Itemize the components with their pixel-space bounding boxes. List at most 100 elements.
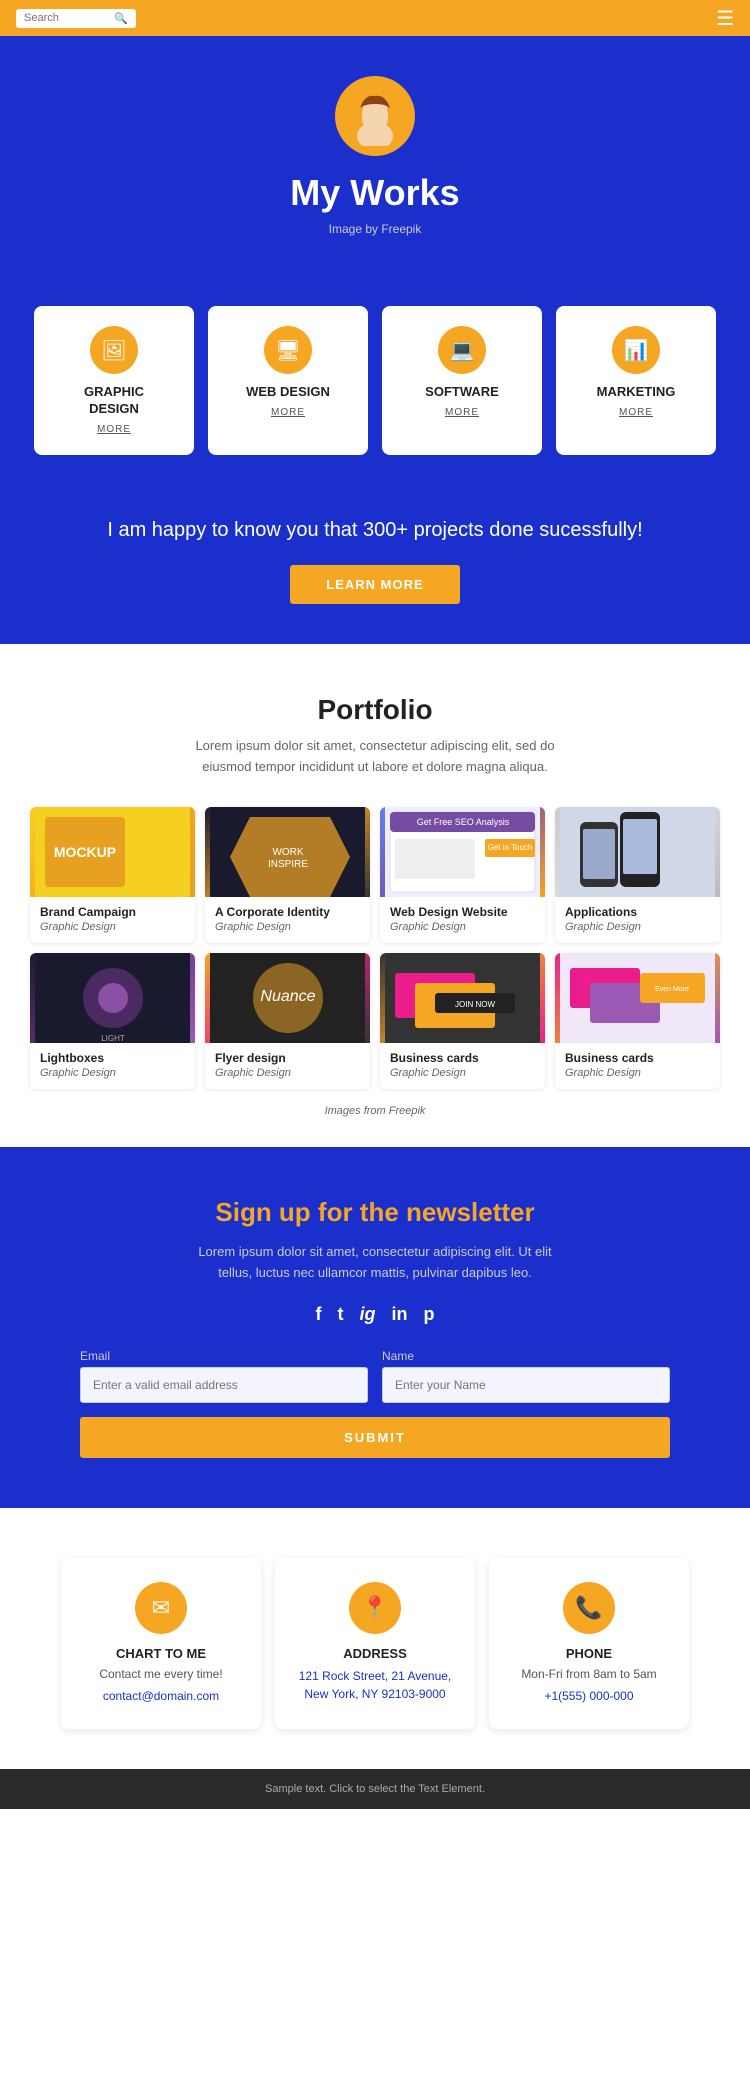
portfolio-section: Portfolio Lorem ipsum dolor sit amet, co…: [0, 644, 750, 1148]
svg-text:MOCKUP: MOCKUP: [54, 844, 116, 860]
contact-card-chat: ✉ CHART TO ME Contact me every time! con…: [61, 1558, 261, 1729]
location-icon: 📍: [349, 1582, 401, 1634]
contact-link-phone[interactable]: +1(555) 000-000: [509, 1687, 669, 1705]
email-icon: ✉: [135, 1582, 187, 1634]
service-card-graphic: 🖼 GRAPHICDESIGN MORE: [34, 306, 194, 455]
contact-title-address: ADDRESS: [295, 1646, 455, 1661]
contact-desc-phone: Mon-Fri from 8am to 5am: [509, 1667, 669, 1681]
social-icons-row: f t ig in p: [80, 1304, 670, 1325]
portfolio-item[interactable]: WORKINSPIRE A Corporate Identity Graphic…: [205, 807, 370, 943]
portfolio-grid: MOCKUP Brand Campaign Graphic Design WOR…: [30, 807, 720, 1089]
contact-card-address: 📍 ADDRESS 121 Rock Street, 21 Avenue, Ne…: [275, 1558, 475, 1729]
footer-text: Sample text. Click to select the Text El…: [14, 1783, 736, 1795]
portfolio-item[interactable]: Applications Graphic Design: [555, 807, 720, 943]
contact-card-phone: 📞 PHONE Mon-Fri from 8am to 5am +1(555) …: [489, 1558, 689, 1729]
portfolio-item-category: Graphic Design: [215, 1067, 360, 1079]
services-section: 🖼 GRAPHICDESIGN MORE 🖥 WEB DESIGN MORE 💻…: [0, 286, 750, 495]
portfolio-item[interactable]: Even More Business cards Graphic Design: [555, 953, 720, 1089]
service-title-marketing: MARKETING: [597, 384, 676, 401]
portfolio-item-title: A Corporate Identity: [215, 905, 360, 919]
hero-section: My Works Image by Freepik: [0, 36, 750, 286]
marketing-icon: 📊: [612, 326, 660, 374]
contact-link-address[interactable]: 121 Rock Street, 21 Avenue, New York, NY…: [295, 1667, 455, 1703]
service-card-marketing: 📊 MARKETING MORE: [556, 306, 716, 455]
contact-title-chat: CHART TO ME: [81, 1646, 241, 1661]
projects-cta-section: I am happy to know you that 300+ project…: [0, 495, 750, 644]
search-box[interactable]: 🔍: [16, 9, 136, 28]
software-more-link[interactable]: MORE: [445, 407, 479, 418]
projects-cta-text: I am happy to know you that 300+ project…: [40, 515, 710, 545]
email-label: Email: [80, 1349, 368, 1363]
learn-more-button[interactable]: LEARN MORE: [290, 565, 459, 604]
portfolio-item[interactable]: MOCKUP Brand Campaign Graphic Design: [30, 807, 195, 943]
portfolio-description: Lorem ipsum dolor sit amet, consectetur …: [175, 736, 575, 778]
portfolio-image-web: Get Free SEO AnalysisGet in Touch: [380, 807, 545, 897]
hero-subtitle: Image by Freepik: [20, 222, 730, 236]
portfolio-item[interactable]: Get Free SEO AnalysisGet in Touch Web De…: [380, 807, 545, 943]
instagram-link[interactable]: ig: [360, 1304, 376, 1325]
graphic-more-link[interactable]: MORE: [97, 424, 131, 435]
portfolio-image-lightboxes: LIGHT: [30, 953, 195, 1043]
search-icon: 🔍: [114, 12, 128, 25]
portfolio-image-corporate: WORKINSPIRE: [205, 807, 370, 897]
facebook-link[interactable]: f: [316, 1304, 322, 1325]
svg-text:Even More: Even More: [655, 986, 689, 993]
hamburger-menu[interactable]: ☰: [716, 6, 734, 31]
marketing-more-link[interactable]: MORE: [619, 407, 653, 418]
name-input[interactable]: [382, 1367, 670, 1403]
svg-text:LIGHT: LIGHT: [101, 1034, 125, 1043]
portfolio-item-category: Graphic Design: [565, 1067, 710, 1079]
portfolio-item-title: Applications: [565, 905, 710, 919]
service-card-software: 💻 SOFTWARE MORE: [382, 306, 542, 455]
web-more-link[interactable]: MORE: [271, 407, 305, 418]
portfolio-item-title: Brand Campaign: [40, 905, 185, 919]
portfolio-item-category: Graphic Design: [390, 921, 535, 933]
newsletter-description: Lorem ipsum dolor sit amet, consectetur …: [185, 1242, 565, 1284]
portfolio-item-category: Graphic Design: [565, 921, 710, 933]
web-design-icon: 🖥: [264, 326, 312, 374]
linkedin-link[interactable]: in: [392, 1304, 408, 1325]
portfolio-item[interactable]: JOIN NOW Business cards Graphic Design: [380, 953, 545, 1089]
svg-text:Nuance: Nuance: [260, 988, 315, 1005]
portfolio-item[interactable]: LIGHT Lightboxes Graphic Design: [30, 953, 195, 1089]
newsletter-title: Sign up for the newsletter: [80, 1197, 670, 1228]
service-title-software: SOFTWARE: [425, 384, 499, 401]
portfolio-image-flyer: Nuance: [205, 953, 370, 1043]
portfolio-item-title: Business cards: [390, 1051, 535, 1065]
contact-title-phone: PHONE: [509, 1646, 669, 1661]
portfolio-item-title: Business cards: [565, 1051, 710, 1065]
contact-link-chat[interactable]: contact@domain.com: [81, 1687, 241, 1705]
portfolio-item-category: Graphic Design: [390, 1067, 535, 1079]
svg-text:Get Free SEO Analysis: Get Free SEO Analysis: [417, 817, 510, 827]
portfolio-image-cards2: Even More: [555, 953, 720, 1043]
twitter-link[interactable]: t: [338, 1304, 344, 1325]
software-icon: 💻: [438, 326, 486, 374]
search-input[interactable]: [24, 12, 114, 24]
portfolio-item-title: Web Design Website: [390, 905, 535, 919]
hero-title: My Works: [20, 172, 730, 214]
newsletter-section: Sign up for the newsletter Lorem ipsum d…: [0, 1147, 750, 1508]
pinterest-link[interactable]: p: [424, 1304, 435, 1325]
portfolio-item-category: Graphic Design: [215, 921, 360, 933]
email-input[interactable]: [80, 1367, 368, 1403]
phone-icon: 📞: [563, 1582, 615, 1634]
service-title-graphic: GRAPHICDESIGN: [84, 384, 144, 418]
service-title-web: WEB DESIGN: [246, 384, 330, 401]
graphic-design-icon: 🖼: [90, 326, 138, 374]
service-card-web: 🖥 WEB DESIGN MORE: [208, 306, 368, 455]
portfolio-image-brand: MOCKUP: [30, 807, 195, 897]
portfolio-image-cards1: JOIN NOW: [380, 953, 545, 1043]
portfolio-item-title: Flyer design: [215, 1051, 360, 1065]
portfolio-item[interactable]: Nuance Flyer design Graphic Design: [205, 953, 370, 1089]
portfolio-item-title: Lightboxes: [40, 1051, 185, 1065]
svg-text:WORK: WORK: [272, 847, 303, 858]
portfolio-item-category: Graphic Design: [40, 1067, 185, 1079]
portfolio-item-category: Graphic Design: [40, 921, 185, 933]
svg-text:JOIN NOW: JOIN NOW: [455, 1000, 495, 1009]
submit-button[interactable]: SUBMIT: [80, 1417, 670, 1458]
name-label: Name: [382, 1349, 670, 1363]
footer: Sample text. Click to select the Text El…: [0, 1769, 750, 1809]
avatar: [335, 76, 415, 156]
email-form-group: Email: [80, 1349, 368, 1403]
portfolio-title: Portfolio: [30, 694, 720, 726]
